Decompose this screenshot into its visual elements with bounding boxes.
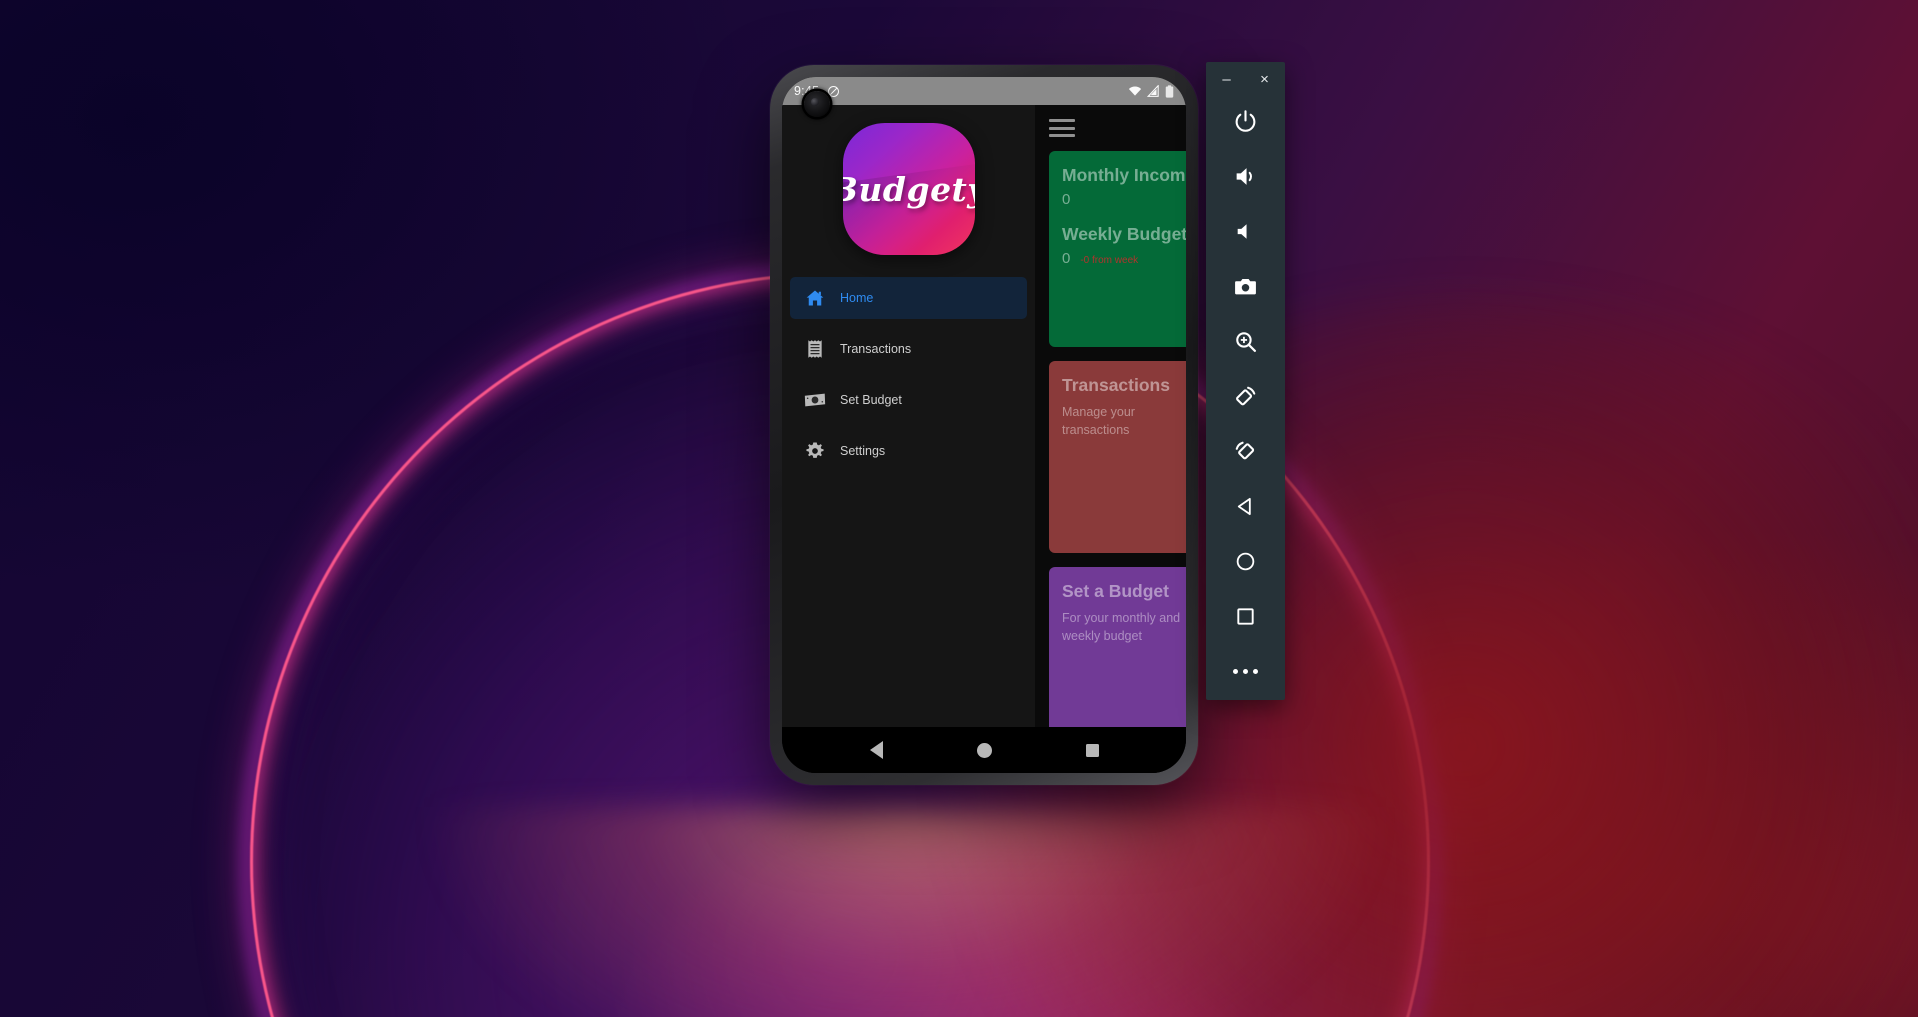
home-icon: [1234, 550, 1257, 573]
rotate-left-button[interactable]: [1219, 369, 1273, 424]
volume-down-button[interactable]: [1219, 204, 1273, 259]
extended-controls-button[interactable]: [1219, 644, 1273, 699]
weekly-budget-title: Weekly Budget: [1062, 223, 1186, 244]
hamburger-bar: [1049, 126, 1075, 130]
transactions-card-subtitle-line1: Manage your: [1062, 404, 1135, 419]
back-icon: [869, 741, 883, 759]
power-icon: [1233, 109, 1258, 134]
rotate-right-button[interactable]: [1219, 424, 1273, 479]
card-transactions[interactable]: Transactions Manage your transactions: [1049, 361, 1186, 553]
battery-icon: [1165, 84, 1174, 98]
nav-back-button[interactable]: [858, 732, 894, 768]
rotate-left-icon: [1233, 384, 1258, 409]
card-spacer: [1062, 210, 1186, 224]
nav-home-button[interactable]: [966, 732, 1002, 768]
close-button[interactable]: ×: [1255, 69, 1275, 89]
power-button[interactable]: [1219, 94, 1273, 149]
card-set-budget[interactable]: Set a Budget For your monthly and weekly…: [1049, 567, 1186, 727]
emulator-toolbar: – ×: [1206, 62, 1285, 700]
wallpaper-bottom-glow: [430, 807, 1380, 1017]
hamburger-menu-icon[interactable]: [1049, 119, 1075, 137]
emulator-back-button[interactable]: [1219, 479, 1273, 534]
dot: [1243, 669, 1248, 674]
screenshot-button[interactable]: [1219, 259, 1273, 314]
rotate-right-icon: [1233, 439, 1258, 464]
receipt-icon: [804, 338, 826, 360]
transactions-card-subtitle-line2: transactions: [1062, 423, 1130, 437]
nav-recents-button[interactable]: [1074, 732, 1110, 768]
card-summary[interactable]: Monthly Income 0 Weekly Budget 0 -0 from…: [1049, 151, 1186, 347]
cellular-signal-icon: [1147, 85, 1160, 97]
sidebar-item-set-budget[interactable]: Set Budget: [790, 379, 1027, 421]
volume-up-icon: [1233, 164, 1258, 189]
emulator-overview-button[interactable]: [1219, 589, 1273, 644]
weekly-budget-row: 0 -0 from week: [1062, 246, 1186, 269]
gear-icon: [804, 440, 826, 462]
transactions-card-title: Transactions: [1062, 375, 1170, 395]
home-circle-icon: [976, 742, 992, 758]
monthly-income-value: 0: [1062, 190, 1071, 208]
more-icon: [1233, 669, 1258, 674]
wifi-icon: [1128, 85, 1142, 97]
device-screen: 9:45 udget Home Transactions Set Budget …: [782, 77, 1186, 773]
main-content-panel: Monthly Income 0 Weekly Budget 0 -0 from…: [1035, 105, 1186, 727]
sidebar-item-label: Home: [840, 290, 874, 305]
desktop-background: 9:45 udget Home Transactions Set Budget …: [0, 0, 1918, 1017]
zoom-in-icon: [1233, 329, 1258, 354]
front-camera-punch-hole: [804, 91, 830, 117]
budget-card-subtitle-line2: weekly budget: [1062, 629, 1142, 643]
budget-card-title: Set a Budget: [1062, 581, 1169, 601]
hamburger-bar: [1049, 119, 1075, 122]
app-root: Budgety Home: [782, 105, 1186, 727]
app-logo-text: Budgety: [843, 169, 975, 209]
monthly-income-title: Monthly Income: [1062, 165, 1186, 185]
sidebar-item-home[interactable]: Home: [790, 277, 1027, 319]
weekly-budget-delta: -0 from week: [1080, 254, 1139, 266]
volume-up-button[interactable]: [1219, 149, 1273, 204]
budget-card-subtitle-line1: For your monthly and: [1062, 610, 1181, 625]
do-not-disturb-icon: [827, 85, 840, 98]
sidebar-item-label: Settings: [840, 443, 886, 458]
hamburger-bar: [1049, 134, 1075, 137]
sidebar-item-label: Set Budget: [840, 392, 902, 407]
sidebar-item-settings[interactable]: Settings: [790, 430, 1027, 472]
back-icon: [1234, 495, 1257, 518]
overview-square-icon: [1085, 743, 1099, 757]
android-navigation-bar: [782, 727, 1186, 773]
home-icon: [804, 287, 826, 309]
camera-icon: [1233, 274, 1258, 299]
status-bar-right: [1128, 84, 1174, 98]
volume-down-icon: [1233, 219, 1258, 244]
app-logo: Budgety: [842, 123, 975, 255]
zoom-button[interactable]: [1219, 314, 1273, 369]
weekly-budget-value: 0: [1062, 249, 1071, 267]
android-emulator-device: 9:45 udget Home Transactions Set Budget …: [770, 65, 1198, 785]
navigation-drawer: Budgety Home: [782, 105, 1035, 727]
sidebar-item-label: Transactions: [840, 341, 912, 356]
drawer-menu-list: Home Transactions Set Budget Settings: [782, 277, 1035, 481]
dot: [1233, 669, 1238, 674]
money-icon: [804, 389, 826, 411]
sidebar-item-transactions[interactable]: Transactions: [790, 328, 1027, 370]
android-status-bar: 9:45: [782, 77, 1186, 105]
emulator-window-controls: – ×: [1206, 64, 1285, 94]
emulator-home-button[interactable]: [1219, 534, 1273, 589]
dot: [1253, 669, 1258, 674]
minimize-button[interactable]: –: [1217, 69, 1237, 89]
overview-icon: [1234, 605, 1257, 628]
